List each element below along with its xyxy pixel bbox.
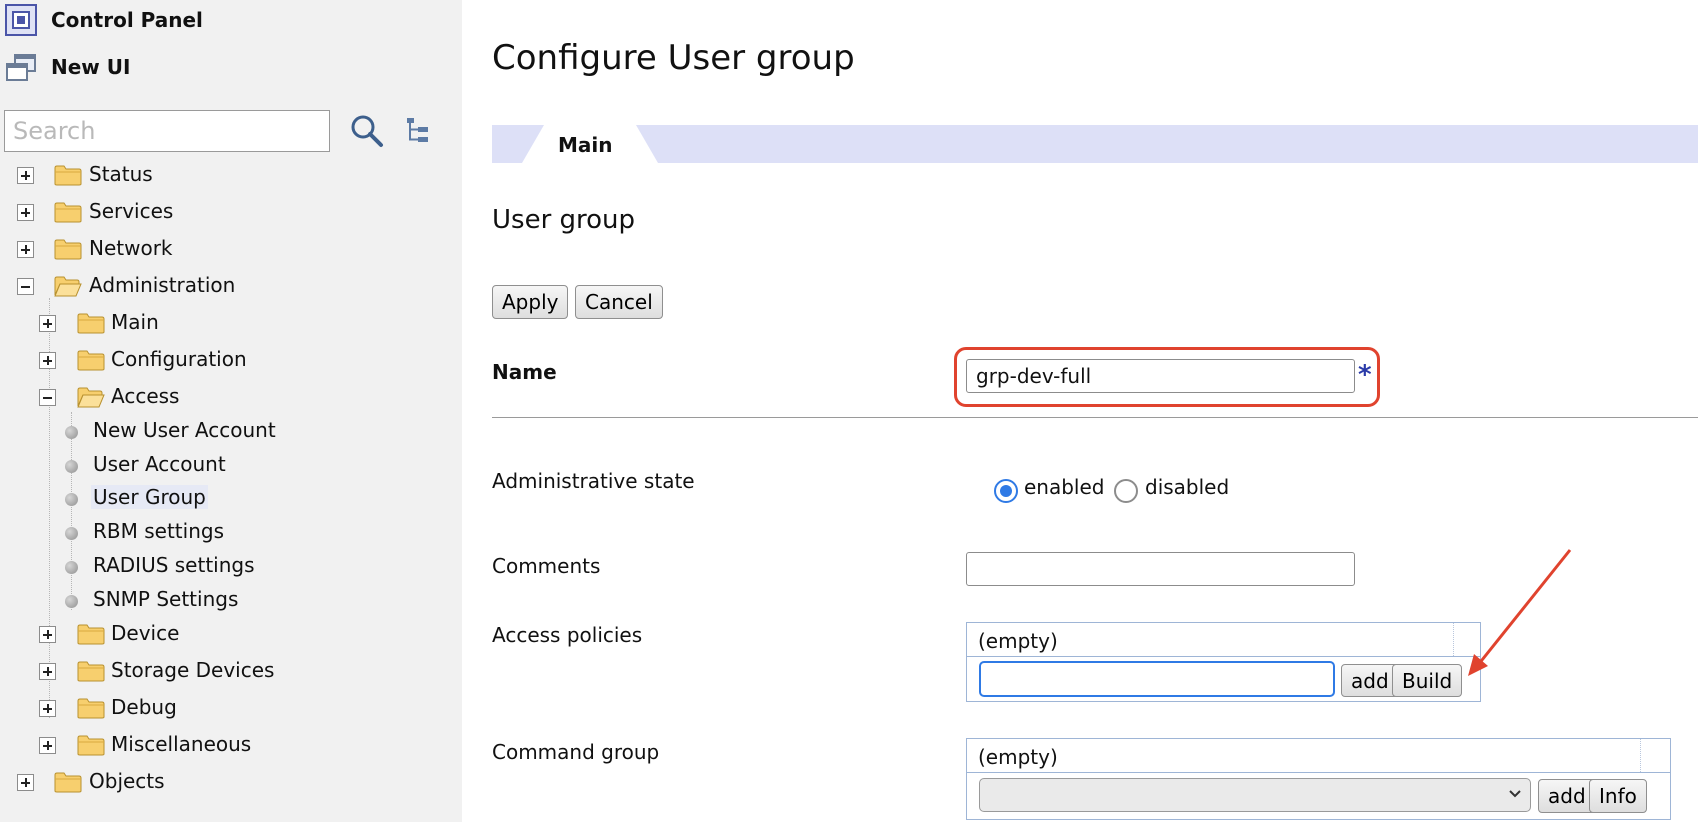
command-group-select[interactable] xyxy=(979,778,1531,812)
expand-icon[interactable] xyxy=(39,700,56,717)
search-input[interactable] xyxy=(4,110,330,152)
comments-field[interactable] xyxy=(966,552,1355,586)
expand-icon[interactable] xyxy=(17,774,34,791)
command-group-add-row: add Info xyxy=(966,772,1671,820)
folder-open-icon xyxy=(54,275,82,297)
leaf-bullet-icon xyxy=(65,595,78,608)
radio-enabled[interactable] xyxy=(994,479,1018,503)
tree-leaf-label: New User Account xyxy=(93,418,276,442)
name-field[interactable] xyxy=(966,359,1355,393)
command-group-label: Command group xyxy=(492,740,660,764)
tree-item-label: Objects xyxy=(89,769,165,793)
control-panel-link[interactable]: Control Panel xyxy=(0,0,203,40)
folder-icon xyxy=(54,238,82,260)
list-separator xyxy=(1453,623,1454,656)
tree-item-label: Main xyxy=(111,310,159,334)
section-title: User group xyxy=(492,205,636,235)
access-build-button[interactable]: Build xyxy=(1392,664,1463,697)
list-separator xyxy=(1640,739,1641,772)
access-policies-add-row: add Build xyxy=(966,656,1481,702)
tree-guide xyxy=(71,412,72,610)
expand-icon[interactable] xyxy=(39,626,56,643)
collapse-icon[interactable] xyxy=(39,389,56,406)
tree-item-label: Status xyxy=(89,162,153,186)
expand-icon[interactable] xyxy=(17,204,34,221)
collapse-icon[interactable] xyxy=(17,278,34,295)
radio-disabled[interactable] xyxy=(1114,479,1138,503)
control-panel-icon xyxy=(5,4,37,36)
expand-icon[interactable] xyxy=(17,241,34,258)
admin-state-label: Administrative state xyxy=(492,469,695,493)
page-title: Configure User group xyxy=(492,38,855,78)
access-policies-empty: (empty) xyxy=(978,629,1058,653)
folder-icon xyxy=(77,660,105,682)
leaf-bullet-icon xyxy=(65,527,78,540)
new-ui-label: New UI xyxy=(51,55,131,79)
expand-icon[interactable] xyxy=(39,737,56,754)
tree-item-label: Administration xyxy=(89,273,236,297)
tree-item-label: Network xyxy=(89,236,173,260)
folder-icon xyxy=(77,697,105,719)
folder-icon xyxy=(77,623,105,645)
command-group-list[interactable]: (empty) xyxy=(966,738,1671,773)
divider xyxy=(492,417,1698,418)
tree-leaf-label-selected: User Group xyxy=(91,485,208,509)
tree-view-icon[interactable] xyxy=(404,116,432,146)
tree-leaf-label: SNMP Settings xyxy=(93,587,239,611)
sidebar: Control Panel New UI Status xyxy=(0,0,462,822)
main-content: Configure User group Main User group App… xyxy=(492,0,1698,822)
tree-item-label: Access xyxy=(111,384,180,408)
radio-disabled-label: disabled xyxy=(1145,475,1230,499)
tree-item-label: Miscellaneous xyxy=(111,732,252,756)
required-marker: * xyxy=(1358,360,1372,390)
tab-main-label: Main xyxy=(558,133,613,157)
folder-icon xyxy=(54,771,82,793)
tree-item-label: Device xyxy=(111,621,180,645)
folder-icon xyxy=(54,201,82,223)
command-info-button[interactable]: Info xyxy=(1589,779,1647,813)
command-add-button[interactable]: add xyxy=(1538,779,1596,813)
new-ui-link[interactable]: New UI xyxy=(0,47,130,87)
command-group-empty: (empty) xyxy=(978,745,1058,769)
leaf-bullet-icon xyxy=(65,493,78,506)
expand-icon[interactable] xyxy=(17,167,34,184)
access-policies-label: Access policies xyxy=(492,623,643,647)
folder-open-icon xyxy=(77,386,105,408)
tree-leaf-label: RADIUS settings xyxy=(93,553,255,577)
access-policies-list[interactable]: (empty) xyxy=(966,622,1481,657)
leaf-bullet-icon xyxy=(65,561,78,574)
search-icon[interactable] xyxy=(349,113,385,149)
folder-icon xyxy=(77,734,105,756)
leaf-bullet-icon xyxy=(65,426,78,439)
tab-bar: Main xyxy=(492,125,1698,163)
tree-leaf-label: User Account xyxy=(93,452,226,476)
radio-enabled-label: enabled xyxy=(1024,475,1105,499)
comments-label: Comments xyxy=(492,554,601,578)
folder-icon xyxy=(77,349,105,371)
apply-button[interactable]: Apply xyxy=(492,285,569,319)
expand-icon[interactable] xyxy=(39,352,56,369)
search-row xyxy=(2,110,442,152)
tab-main[interactable]: Main xyxy=(522,125,658,163)
tree-leaf-label: RBM settings xyxy=(93,519,224,543)
control-panel-label: Control Panel xyxy=(51,8,203,32)
tree-item-label: Storage Devices xyxy=(111,658,275,682)
access-add-button[interactable]: add xyxy=(1341,664,1399,697)
windows-icon xyxy=(6,54,36,81)
tree-item-label: Debug xyxy=(111,695,177,719)
chevron-down-icon xyxy=(1509,790,1521,798)
tree-item-label: Services xyxy=(89,199,174,223)
access-policy-input[interactable] xyxy=(979,661,1335,697)
expand-icon[interactable] xyxy=(39,315,56,332)
name-label: Name xyxy=(492,360,557,384)
leaf-bullet-icon xyxy=(65,460,78,473)
expand-icon[interactable] xyxy=(39,663,56,680)
folder-icon xyxy=(54,164,82,186)
tree-item-label: Configuration xyxy=(111,347,247,371)
cancel-button[interactable]: Cancel xyxy=(575,285,663,319)
folder-icon xyxy=(77,312,105,334)
